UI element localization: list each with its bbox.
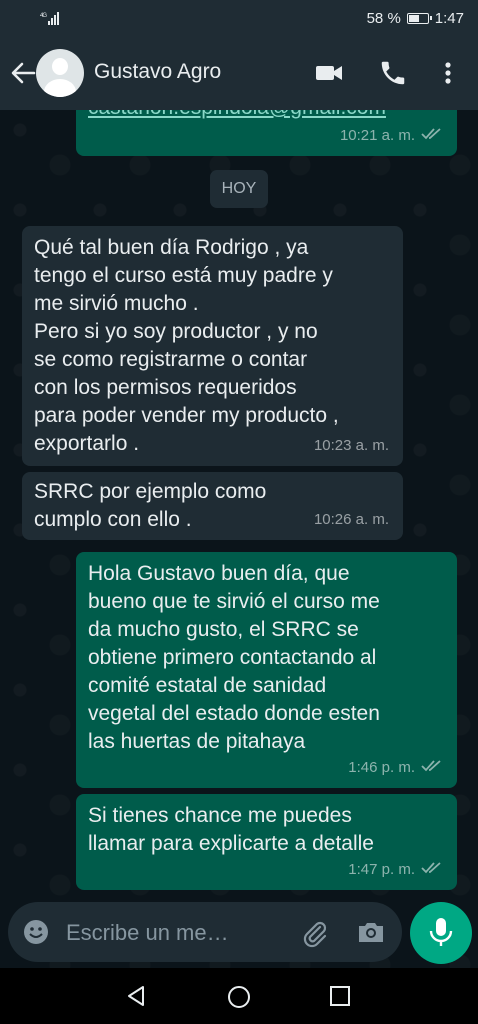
battery-percent: 58 %	[366, 10, 401, 27]
message-time: 1:47 p. m.	[348, 856, 443, 884]
message-text: Si tienes chance me puedes llamar para e…	[88, 804, 374, 855]
voice-message-button[interactable]	[410, 902, 472, 964]
phone-call-icon[interactable]	[378, 58, 408, 93]
avatar-head	[52, 58, 68, 75]
message-incoming[interactable]: Qué tal buen día Rodrigo , ya tengo el c…	[22, 226, 403, 466]
message-time-text: 1:46 p. m.	[348, 759, 415, 776]
double-check-icon	[421, 122, 443, 150]
message-time: 10:21 a. m.	[340, 122, 443, 150]
message-outgoing[interactable]: Si tienes chance me puedes llamar para e…	[76, 794, 457, 890]
message-text: Qué tal buen día Rodrigo , ya tengo el c…	[34, 236, 339, 455]
emoji-icon[interactable]	[22, 918, 50, 951]
battery-icon	[406, 13, 432, 24]
day-separator: HOY	[210, 170, 268, 208]
attach-icon[interactable]	[300, 918, 330, 953]
camera-icon[interactable]	[356, 918, 386, 951]
battery-level	[408, 15, 419, 22]
nav-recents-icon[interactable]	[328, 984, 352, 1013]
message-time: 1:46 p. m.	[348, 754, 443, 782]
nav-home-icon[interactable]	[226, 984, 252, 1015]
message-outgoing[interactable]: Hola Gustavo buen día, que bueno que te …	[76, 552, 457, 788]
double-check-icon	[421, 856, 443, 884]
chat-area[interactable]: castanon.espindola@gmail.com 10:21 a. m.…	[0, 110, 478, 968]
nav-back-icon[interactable]	[124, 984, 148, 1013]
status-bar: 4G 58 % 1:47	[0, 0, 478, 36]
chat-header: Gustavo Agro	[0, 36, 478, 110]
video-call-icon[interactable]	[314, 58, 344, 93]
message-time: 10:23 a. m.	[313, 437, 389, 454]
contact-name[interactable]: Gustavo Agro	[94, 60, 221, 84]
message-time-text: 10:21 a. m.	[339, 127, 415, 144]
avatar[interactable]	[36, 49, 84, 97]
message-outgoing[interactable]: castanon.espindola@gmail.com 10:21 a. m.	[76, 110, 457, 156]
avatar-body	[44, 79, 76, 97]
microphone-icon	[428, 916, 454, 955]
clock: 1:47	[434, 10, 464, 27]
svg-text:4G: 4G	[40, 13, 47, 19]
more-options-icon[interactable]	[436, 58, 460, 93]
message-time-text: 1:47 p. m.	[348, 861, 415, 878]
message-input[interactable]	[64, 912, 298, 954]
system-nav-bar	[0, 968, 478, 1024]
back-arrow-icon[interactable]	[8, 56, 38, 90]
message-composer	[8, 902, 402, 962]
message-incoming[interactable]: SRRC por ejemplo como cumplo con ello . …	[22, 472, 403, 540]
signal-icon: 4G	[40, 11, 62, 28]
double-check-icon	[421, 754, 443, 782]
message-text[interactable]: castanon.espindola@gmail.com	[88, 110, 445, 122]
message-time: 10:26 a. m.	[313, 511, 389, 528]
message-text: Hola Gustavo buen día, que bueno que te …	[88, 562, 380, 753]
